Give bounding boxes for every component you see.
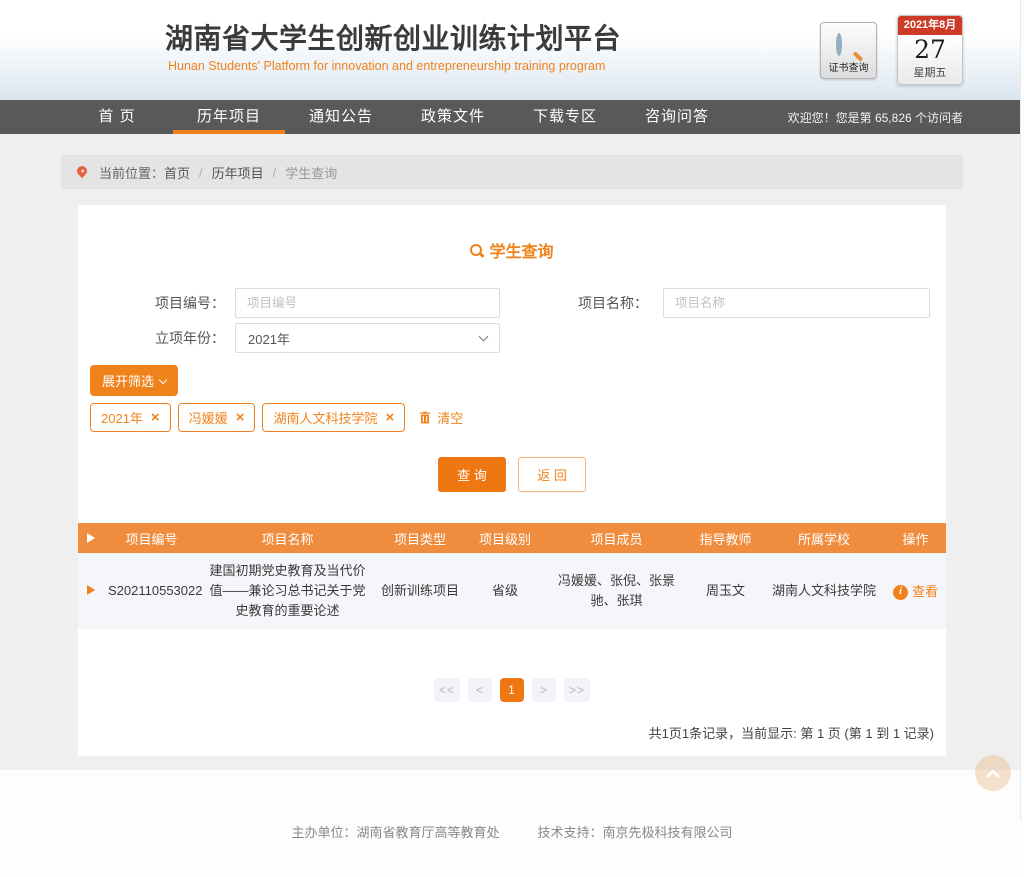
col-project-name: 项目名称 bbox=[200, 523, 375, 553]
breadcrumb-home[interactable]: 首页 bbox=[164, 163, 190, 182]
col-actions: 操作 bbox=[885, 523, 946, 553]
clear-filters-label: 清空 bbox=[437, 408, 463, 427]
breadcrumb-prefix: 当前位置： bbox=[99, 163, 164, 182]
expand-column-header bbox=[78, 523, 103, 553]
magnifier-icon bbox=[836, 36, 862, 62]
filter-tag-label: 湖南人文科技学院 bbox=[273, 408, 377, 427]
cell-project-name: 建国初期党史教育及当代价值——兼论习总书记关于党史教育的重要论述 bbox=[200, 553, 375, 629]
filter-tag-year[interactable]: 2021年 × bbox=[90, 403, 171, 432]
filter-tag-school[interactable]: 湖南人文科技学院 × bbox=[262, 403, 405, 432]
nav-item-past-projects[interactable]: 历年项目 bbox=[173, 100, 285, 134]
cell-project-type: 创新训练项目 bbox=[375, 553, 465, 629]
cell-advisor: 周玉文 bbox=[688, 553, 763, 629]
cell-project-members: 冯媛媛、张倪、张景驰、张琪 bbox=[545, 553, 688, 629]
breadcrumb-current: 学生查询 bbox=[285, 163, 337, 182]
expand-filter-label: 展开筛选 bbox=[102, 371, 154, 390]
site-header: 湖南省大学生创新创业训练计划平台 Hunan Students' Platfor… bbox=[0, 0, 1024, 100]
record-summary: 共1页1条记录，当前显示: 第 1 页 (第 1 到 1 记录) bbox=[78, 723, 946, 742]
main-nav: 首 页 历年项目 通知公告 政策文件 下载专区 咨询问答 欢迎您！您是第 65,… bbox=[0, 100, 1024, 134]
section-title-text: 学生查询 bbox=[489, 238, 553, 262]
nav-item-qa[interactable]: 咨询问答 bbox=[621, 100, 733, 134]
clear-filters-button[interactable]: 清空 bbox=[418, 408, 463, 427]
col-project-type: 项目类型 bbox=[375, 523, 465, 553]
expand-filter-button[interactable]: 展开筛选 bbox=[90, 365, 178, 396]
triangle-right-icon bbox=[87, 533, 95, 543]
content-panel: 学生查询 项目编号： 项目名称： 立项年份： 2021年 展开筛选 bbox=[78, 205, 946, 756]
pagination-next[interactable]: > bbox=[532, 678, 556, 702]
footer-host: 主办单位：湖南省教育厅高等教育处 bbox=[291, 822, 499, 841]
filter-tags: 2021年 × 冯媛媛 × 湖南人文科技学院 × 清空 bbox=[90, 403, 946, 432]
breadcrumb: 当前位置： 首页 / 历年项目 / 学生查询 bbox=[61, 155, 963, 189]
project-no-input[interactable] bbox=[235, 288, 500, 318]
chevron-up-icon bbox=[986, 768, 1000, 782]
nav-item-notices[interactable]: 通知公告 bbox=[285, 100, 397, 134]
cell-school: 湖南人文科技学院 bbox=[763, 553, 885, 629]
breadcrumb-separator: / bbox=[199, 165, 203, 180]
page-scrollbar[interactable] bbox=[1020, 0, 1024, 821]
calendar-day: 27 bbox=[898, 36, 962, 64]
pagination-prev[interactable]: < bbox=[468, 678, 492, 702]
col-project-level: 项目级别 bbox=[465, 523, 545, 553]
form-actions: 查 询 返 回 bbox=[78, 457, 946, 492]
close-icon[interactable]: × bbox=[236, 411, 245, 424]
trash-icon bbox=[418, 410, 432, 425]
site-footer: 主办单位：湖南省教育厅高等教育处 技术支持：南京先极科技有限公司 bbox=[0, 770, 1024, 877]
calendar-weekday: 星期五 bbox=[898, 64, 962, 84]
chevron-down-icon bbox=[479, 332, 489, 342]
col-project-code: 项目编号 bbox=[103, 523, 200, 553]
year-select[interactable]: 2021年 bbox=[235, 323, 500, 353]
year-label: 立项年份： bbox=[78, 323, 225, 353]
cell-project-level: 省级 bbox=[465, 553, 545, 629]
filter-tag-label: 冯媛媛 bbox=[189, 408, 228, 427]
pagination-first[interactable]: << bbox=[434, 678, 460, 702]
col-school: 所属学校 bbox=[763, 523, 885, 553]
row-expand-icon[interactable] bbox=[87, 585, 95, 595]
project-name-input[interactable] bbox=[663, 288, 930, 318]
pagination-page-1[interactable]: 1 bbox=[500, 678, 524, 702]
section-title: 学生查询 bbox=[78, 205, 946, 262]
header-widgets: 证书查询 2021年8月 27 星期五 bbox=[820, 15, 963, 85]
back-button[interactable]: 返 回 bbox=[518, 457, 586, 492]
table-header-row: 项目编号 项目名称 项目类型 项目级别 项目成员 指导教师 所属学校 操作 bbox=[78, 523, 946, 553]
col-advisor: 指导教师 bbox=[688, 523, 763, 553]
close-icon[interactable]: × bbox=[151, 411, 160, 424]
magnifier-icon bbox=[470, 244, 482, 256]
breadcrumb-separator: / bbox=[273, 165, 277, 180]
chevron-down-icon bbox=[159, 375, 167, 383]
cell-project-code: S202110553022 bbox=[103, 553, 200, 629]
results-table: 项目编号 项目名称 项目类型 项目级别 项目成员 指导教师 所属学校 操作 S2… bbox=[78, 523, 946, 629]
search-form: 项目编号： 项目名称： 立项年份： 2021年 bbox=[78, 288, 946, 353]
pagination: << < 1 > >> bbox=[78, 678, 946, 702]
nav-item-policies[interactable]: 政策文件 bbox=[397, 100, 509, 134]
visitor-counter: 欢迎您！您是第 65,826 个访问者 bbox=[788, 109, 963, 126]
filter-tag-student[interactable]: 冯媛媛 × bbox=[178, 403, 256, 432]
filter-tag-label: 2021年 bbox=[101, 408, 143, 427]
view-detail-link[interactable]: i 查看 bbox=[893, 582, 938, 602]
calendar-widget: 2021年8月 27 星期五 bbox=[897, 15, 963, 85]
certificate-query-button[interactable]: 证书查询 bbox=[820, 22, 877, 79]
back-to-top-button[interactable] bbox=[975, 755, 1011, 791]
breadcrumb-past-projects[interactable]: 历年项目 bbox=[212, 163, 264, 182]
project-no-label: 项目编号： bbox=[78, 288, 225, 318]
nav-item-downloads[interactable]: 下载专区 bbox=[509, 100, 621, 134]
calendar-month: 2021年8月 bbox=[898, 16, 962, 35]
info-circle-icon: i bbox=[893, 585, 908, 600]
map-pin-icon bbox=[75, 163, 89, 177]
query-button[interactable]: 查 询 bbox=[438, 457, 506, 492]
certificate-query-label: 证书查询 bbox=[829, 63, 869, 75]
close-icon[interactable]: × bbox=[385, 411, 394, 424]
footer-support: 技术支持：南京先极科技有限公司 bbox=[538, 822, 733, 841]
project-name-label: 项目名称： bbox=[500, 288, 648, 318]
page-background: 当前位置： 首页 / 历年项目 / 学生查询 学生查询 项目编号： 项目名称： … bbox=[0, 134, 1024, 770]
pagination-last[interactable]: >> bbox=[564, 678, 590, 702]
nav-item-home[interactable]: 首 页 bbox=[61, 100, 173, 134]
year-select-value: 2021年 bbox=[248, 329, 290, 348]
col-project-members: 项目成员 bbox=[545, 523, 688, 553]
table-row: S202110553022 建国初期党史教育及当代价值——兼论习总书记关于党史教… bbox=[78, 553, 946, 629]
view-detail-label: 查看 bbox=[912, 582, 938, 602]
